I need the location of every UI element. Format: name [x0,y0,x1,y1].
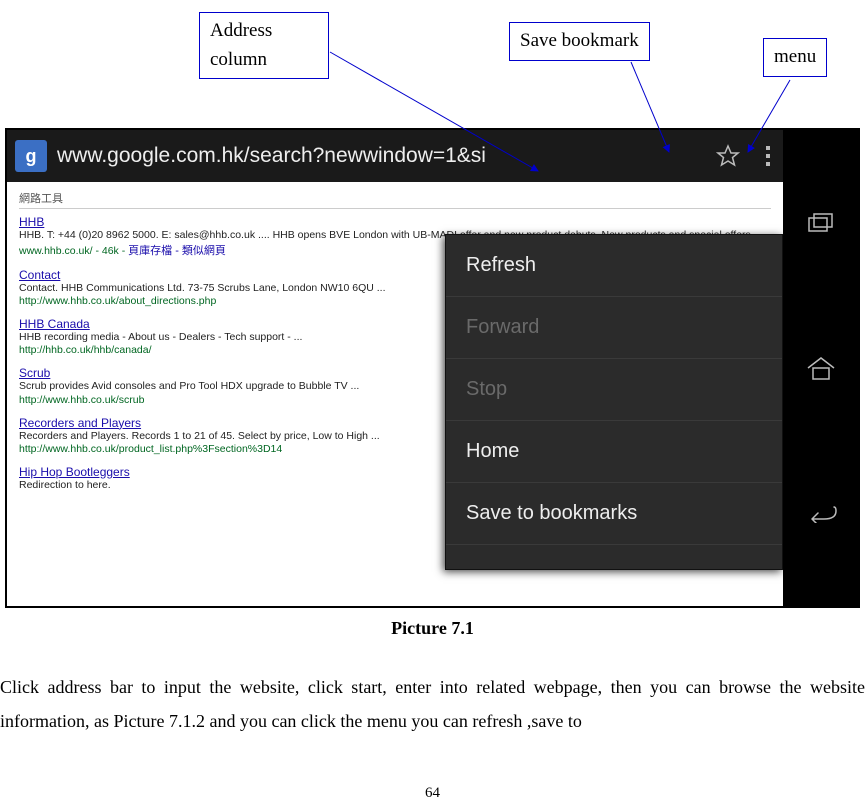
figure-caption: Picture 7.1 [0,618,865,639]
recent-apps-icon[interactable] [801,203,841,243]
result-link[interactable]: Recorders and Players [19,416,141,430]
webpage-content[interactable]: 網路工具 HHB HHB. T: +44 (0)20 8962 5000. E:… [7,182,783,606]
browser-toolbar: g www.google.com.hk/search?newwindow=1&s… [7,130,783,182]
address-bar[interactable]: www.google.com.hk/search?newwindow=1&si [57,144,703,168]
result-link[interactable]: Contact [19,268,60,282]
home-icon[interactable] [801,348,841,388]
result-link[interactable]: HHB Canada [19,317,90,331]
page-number: 64 [0,785,865,802]
callout-menu: menu [763,38,827,77]
google-app-icon[interactable]: g [15,140,47,172]
overflow-menu-icon[interactable] [761,141,775,171]
result-url: www.hhb.co.uk/ - 46k - [19,245,128,257]
menu-item-stop: Stop [446,359,782,421]
results-heading: 網路工具 [19,190,771,209]
result-extra[interactable]: 頁庫存檔 - 類似網頁 [128,245,226,257]
menu-item-home[interactable]: Home [446,421,782,483]
bookmark-star-icon[interactable] [713,141,743,171]
body-paragraph: Click address bar to input the website, … [0,670,865,738]
menu-item-forward: Forward [446,297,782,359]
result-link[interactable]: HHB [19,215,44,229]
callout-bookmark: Save bookmark [509,22,650,61]
overflow-menu: Refresh Forward Stop Home Save to bookma… [445,234,783,570]
screenshot-figure: g www.google.com.hk/search?newwindow=1&s… [5,128,860,608]
system-navbar [783,130,858,606]
result-link[interactable]: Scrub [19,366,50,380]
callout-address: Address column [199,12,329,79]
result-link[interactable]: Hip Hop Bootleggers [19,465,130,479]
back-icon[interactable] [801,493,841,533]
device-screen: g www.google.com.hk/search?newwindow=1&s… [7,130,783,606]
menu-item-more[interactable] [446,545,782,569]
menu-item-refresh[interactable]: Refresh [446,235,782,297]
menu-item-save-bookmark[interactable]: Save to bookmarks [446,483,782,545]
